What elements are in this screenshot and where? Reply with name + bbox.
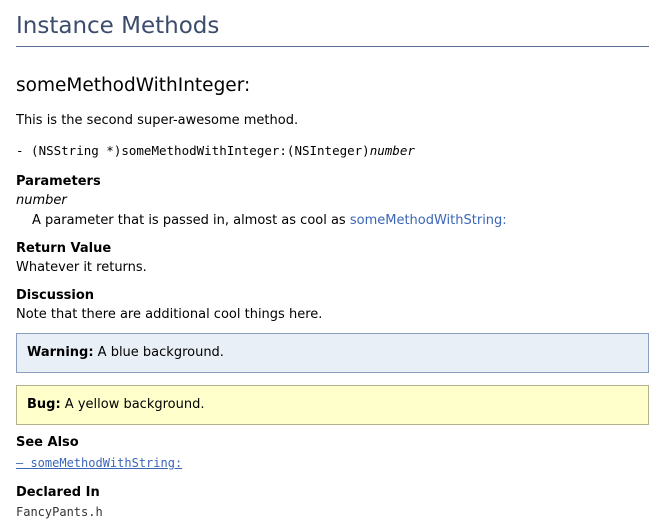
bug-text: A yellow background. <box>60 397 205 412</box>
warning-callout: Warning: A blue background. <box>16 333 649 373</box>
section-title: Instance Methods <box>16 12 649 47</box>
parameter-link-somemethodwithstring[interactable]: someMethodWithString: <box>350 213 507 228</box>
declared-in-file: FancyPants.h <box>16 505 103 519</box>
discussion-text: Note that there are additional cool thin… <box>16 307 323 322</box>
warning-label: Warning: <box>27 345 94 360</box>
return-value-text: Whatever it returns. <box>16 260 147 275</box>
parameters-heading: Parameters <box>16 174 101 189</box>
declaration-param-name: number <box>369 143 415 158</box>
see-also-list: – someMethodWithString: <box>16 452 649 473</box>
return-value-heading: Return Value <box>16 241 112 256</box>
warning-text: A blue background. <box>93 345 224 360</box>
method-abstract: This is the second super-awesome method. <box>16 113 299 128</box>
parameter-name: number <box>16 193 67 208</box>
method-documentation: Instance Methods someMethodWithInteger: … <box>16 0 649 522</box>
declaration-signature: - (NSString *)someMethodWithInteger:(NSI… <box>16 143 370 158</box>
method-declaration: - (NSString *)someMethodWithInteger:(NSI… <box>16 142 649 160</box>
see-also-link-somemethodwithstring[interactable]: – someMethodWithString: <box>16 456 182 470</box>
bug-callout: Bug: A yellow background. <box>16 385 649 425</box>
discussion-heading: Discussion <box>16 288 95 303</box>
parameter-description-text: A parameter that is passed in, almost as… <box>32 213 350 228</box>
parameter-description: A parameter that is passed in, almost as… <box>32 211 649 231</box>
declared-in-heading: Declared In <box>16 485 100 500</box>
method-title: someMethodWithInteger: <box>16 75 251 96</box>
see-also-heading: See Also <box>16 435 79 450</box>
bug-label: Bug: <box>27 397 61 412</box>
